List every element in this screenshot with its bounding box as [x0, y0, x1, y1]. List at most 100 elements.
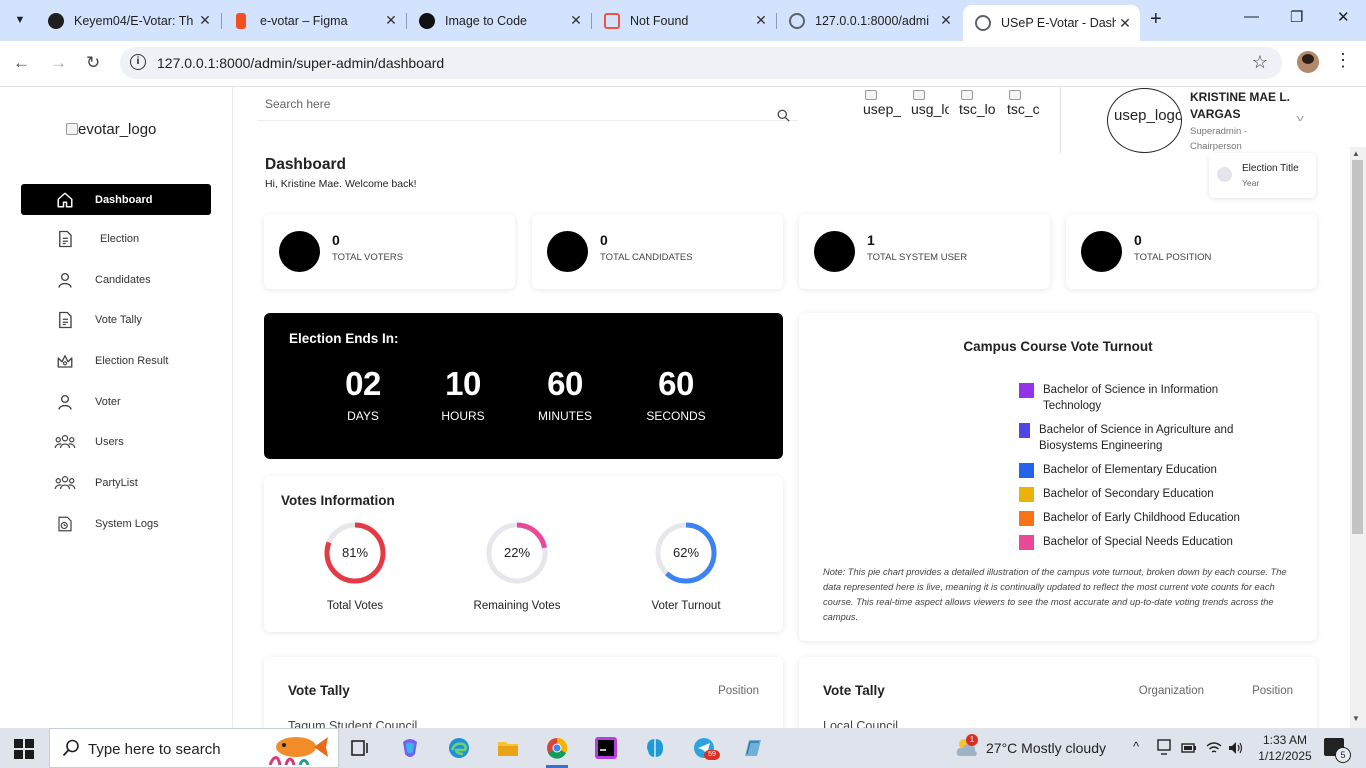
close-window-button[interactable]: ✕ [1337, 8, 1350, 26]
sidebar-item-partylist[interactable]: PartyList [21, 467, 211, 498]
stat-icon [547, 231, 588, 272]
stat-value: 0 [332, 232, 340, 248]
home-icon [57, 192, 73, 207]
sidebar-item-candidates[interactable]: Candidates [21, 264, 211, 295]
close-tab-icon[interactable]: ✕ [937, 12, 955, 29]
sidebar-item-system-logs[interactable]: System Logs [21, 508, 211, 539]
sidebar-item-label: Dashboard [95, 193, 153, 206]
close-tab-icon[interactable]: ✕ [1116, 15, 1134, 32]
system-clock[interactable]: 1:33 AM 1/12/2025 [1250, 732, 1320, 764]
sidebar-item-label: Vote Tally [95, 313, 142, 326]
figma-icon [236, 12, 246, 29]
volume-icon[interactable] [1228, 741, 1244, 755]
close-tab-icon[interactable]: ✕ [567, 12, 585, 29]
app-icon[interactable] [643, 736, 667, 760]
taskbar-search-box[interactable]: Type here to search [49, 728, 339, 768]
election-selector[interactable]: Election Title Year [1209, 153, 1316, 198]
profile-avatar[interactable] [1297, 51, 1319, 73]
browser-tab-admin[interactable]: 127.0.0.1:8000/admi ✕ [777, 7, 961, 34]
chart-note: Note: This pie chart provides a detailed… [823, 567, 1287, 622]
countdown-days: 02 DAYS [313, 363, 413, 423]
tab-search-button[interactable]: ▼ [8, 8, 32, 32]
organization-filter[interactable]: Organization [1139, 685, 1204, 697]
back-button[interactable]: ← [13, 53, 30, 73]
election-year: Year [1242, 178, 1260, 188]
copilot-icon[interactable] [398, 736, 422, 760]
wifi-icon[interactable] [1206, 741, 1222, 755]
legend-item[interactable]: Bachelor of Special Needs Education [1019, 534, 1289, 550]
task-view-icon[interactable] [348, 736, 372, 760]
chevron-down-icon[interactable]: v [1297, 113, 1304, 123]
weather-text[interactable]: 27°C Mostly cloudy [986, 740, 1106, 756]
legend-item[interactable]: Bachelor of Elementary Education [1019, 462, 1279, 478]
sidebar-item-election[interactable]: Election [21, 223, 211, 254]
reload-button[interactable]: ↻ [86, 53, 100, 73]
sidebar-item-users[interactable]: Users [21, 426, 211, 457]
forward-button[interactable]: → [50, 53, 67, 73]
legend-label: Bachelor of Elementary Education [1043, 464, 1217, 476]
browser-tab-dashboard-active[interactable]: USeP E-Votar - Dashb ✕ [963, 5, 1140, 41]
search-icon[interactable] [777, 109, 790, 122]
sidebar-item-vote-tally[interactable]: Vote Tally [21, 304, 211, 335]
chevron-up-icon[interactable]: ^ [1133, 739, 1139, 754]
legend-item[interactable]: Bachelor of Secondary Education [1019, 486, 1279, 502]
sidebar-item-label: Candidates [95, 273, 151, 286]
legend-item[interactable]: Bachelor of Science in Agriculture and B… [1019, 422, 1259, 454]
stat-label: TOTAL CANDIDATES [600, 252, 693, 263]
windows-taskbar: Type here to search 59 1 27°C Mostly clo… [0, 728, 1366, 768]
phpstorm-icon[interactable] [594, 736, 618, 760]
new-tab-button[interactable]: + [1150, 8, 1162, 31]
bookmark-star-icon[interactable]: ☆ [1252, 52, 1268, 73]
sidebar-item-dashboard[interactable]: Dashboard [21, 184, 211, 215]
windows-start-icon[interactable] [14, 739, 34, 759]
scroll-down-arrow[interactable]: ▼ [1352, 714, 1360, 723]
users-icon [54, 475, 76, 489]
battery-icon[interactable] [1181, 741, 1197, 755]
legend-swatch [1019, 423, 1030, 438]
close-tab-icon[interactable]: ✕ [196, 12, 214, 29]
countdown-unit: SECONDS [646, 409, 706, 423]
app-window-icon[interactable] [741, 736, 765, 760]
browser-menu-button[interactable]: ⋮ [1334, 50, 1352, 71]
tab-title: Image to Code [445, 13, 527, 28]
legend-item[interactable]: Bachelor of Science in Information Techn… [1019, 382, 1249, 414]
laravel-icon [604, 12, 620, 29]
org-logo-alt: tsc_c [1007, 101, 1040, 117]
countdown-title: Election Ends In: [289, 331, 399, 346]
position-filter[interactable]: Position [718, 685, 759, 697]
stat-value: 0 [1134, 232, 1142, 248]
close-tab-icon[interactable]: ✕ [382, 12, 400, 29]
sidebar-item-label: Users [95, 435, 124, 448]
position-filter[interactable]: Position [1252, 685, 1293, 697]
user-name[interactable]: KRISTINE MAE L. VARGAS [1190, 89, 1300, 123]
browser-tab-not-found[interactable]: Not Found ✕ [592, 7, 776, 34]
url-bar[interactable]: i 127.0.0.1:8000/admin/super-admin/dashb… [120, 47, 1282, 79]
browser-tab-figma[interactable]: e-votar – Figma ✕ [222, 7, 406, 34]
sidebar-item-voter[interactable]: Voter [21, 386, 211, 417]
globe-icon [789, 12, 805, 29]
countdown-unit: HOURS [441, 409, 485, 423]
sidebar-item-label: System Logs [95, 517, 159, 530]
legend-label: Bachelor of Special Needs Education [1043, 536, 1233, 548]
device-icon[interactable] [1157, 739, 1171, 755]
countdown-hours: 10 HOURS [413, 363, 513, 423]
search-input[interactable] [265, 97, 745, 111]
sidebar-item-election-result[interactable]: Election Result [21, 345, 211, 376]
browser-tab-image-to-code[interactable]: Image to Code ✕ [407, 7, 591, 34]
legend-label: Bachelor of Secondary Education [1043, 488, 1214, 500]
browser-tab-github[interactable]: Keyem04/E-Votar: Th ✕ [36, 7, 220, 34]
chrome-icon[interactable] [545, 736, 569, 760]
url-text[interactable]: 127.0.0.1:8000/admin/super-admin/dashboa… [157, 55, 444, 71]
file-explorer-icon[interactable] [496, 736, 520, 760]
minimize-button[interactable]: — [1244, 8, 1259, 25]
scroll-up-arrow[interactable]: ▲ [1352, 149, 1360, 158]
edge-icon[interactable] [447, 736, 471, 760]
clock-time: 1:33 AM [1262, 733, 1308, 747]
restore-button[interactable]: ❐ [1290, 8, 1303, 26]
legend-item[interactable]: Bachelor of Early Childhood Education [1019, 510, 1289, 526]
close-tab-icon[interactable]: ✕ [752, 12, 770, 29]
site-info-icon[interactable]: i [130, 54, 146, 70]
stat-icon [1081, 231, 1122, 272]
scrollbar-thumb[interactable] [1352, 160, 1363, 534]
globe-icon [975, 15, 991, 31]
